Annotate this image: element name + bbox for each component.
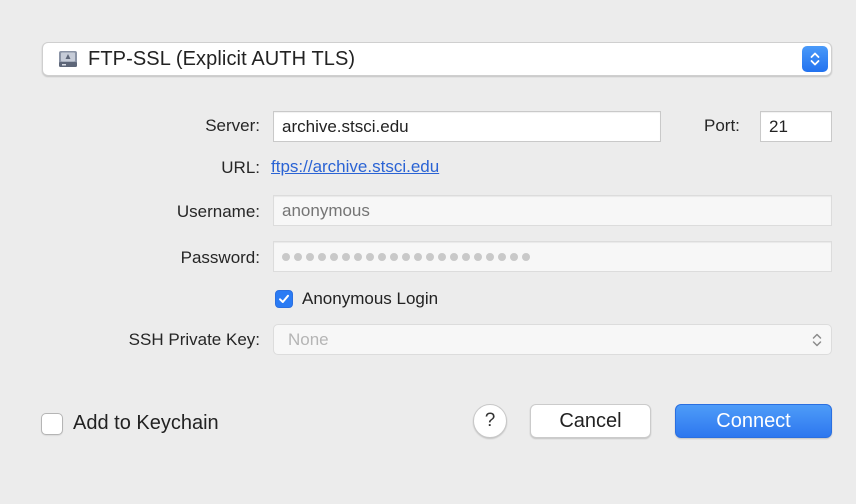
password-dot (402, 252, 410, 261)
ssh-key-select[interactable]: None (273, 324, 832, 355)
password-dot (426, 252, 434, 261)
chevron-up-down-icon (811, 331, 823, 354)
ssh-key-label: SSH Private Key: (128, 330, 260, 349)
password-dot (462, 252, 470, 261)
protocol-label: FTP-SSL (Explicit AUTH TLS) (88, 47, 356, 70)
password-dot (306, 252, 314, 261)
connect-button[interactable]: Connect (675, 404, 832, 438)
password-dot (378, 252, 386, 261)
checkbox-box (41, 412, 63, 435)
password-dot (294, 252, 302, 261)
password-dot (438, 252, 446, 261)
password-dot (510, 252, 518, 261)
password-dot (450, 252, 458, 261)
anonymous-login-label: Anonymous Login (302, 289, 439, 308)
password-input[interactable] (273, 241, 832, 272)
username-label: Username: (176, 202, 260, 221)
password-dot (282, 252, 290, 261)
password-dot (486, 252, 494, 261)
password-dot (318, 252, 326, 261)
password-dot (414, 252, 422, 261)
server-label: Server: (205, 116, 260, 135)
chevron-up-down-icon[interactable] (802, 46, 828, 72)
help-button[interactable]: ? (473, 404, 507, 438)
password-dot (498, 252, 506, 261)
password-dot (522, 252, 530, 261)
url-link[interactable]: ftps://archive.stsci.edu (271, 157, 439, 177)
checkmark-icon (275, 290, 293, 308)
password-mask (282, 252, 530, 261)
question-mark-icon: ? (484, 410, 496, 431)
drive-icon (58, 49, 78, 69)
cancel-button[interactable]: Cancel (530, 404, 651, 438)
anonymous-login-checkbox[interactable]: Anonymous Login (275, 289, 438, 309)
add-to-keychain-label: Add to Keychain (73, 412, 219, 434)
url-label: URL: (221, 158, 260, 177)
username-input[interactable] (273, 195, 832, 226)
password-dot (474, 252, 482, 261)
password-dot (390, 252, 398, 261)
password-dot (342, 252, 350, 261)
password-label: Password: (180, 248, 260, 267)
password-dot (354, 252, 362, 261)
add-to-keychain-checkbox[interactable]: Add to Keychain (41, 412, 219, 435)
connection-dialog: FTP-SSL (Explicit AUTH TLS) Server: Port… (0, 0, 856, 504)
password-dot (366, 252, 374, 261)
ssh-key-value: None (288, 329, 329, 349)
server-input[interactable] (273, 111, 661, 142)
protocol-select[interactable]: FTP-SSL (Explicit AUTH TLS) (42, 42, 832, 76)
port-input[interactable] (760, 111, 832, 142)
password-dot (330, 252, 338, 261)
port-label: Port: (704, 116, 740, 135)
